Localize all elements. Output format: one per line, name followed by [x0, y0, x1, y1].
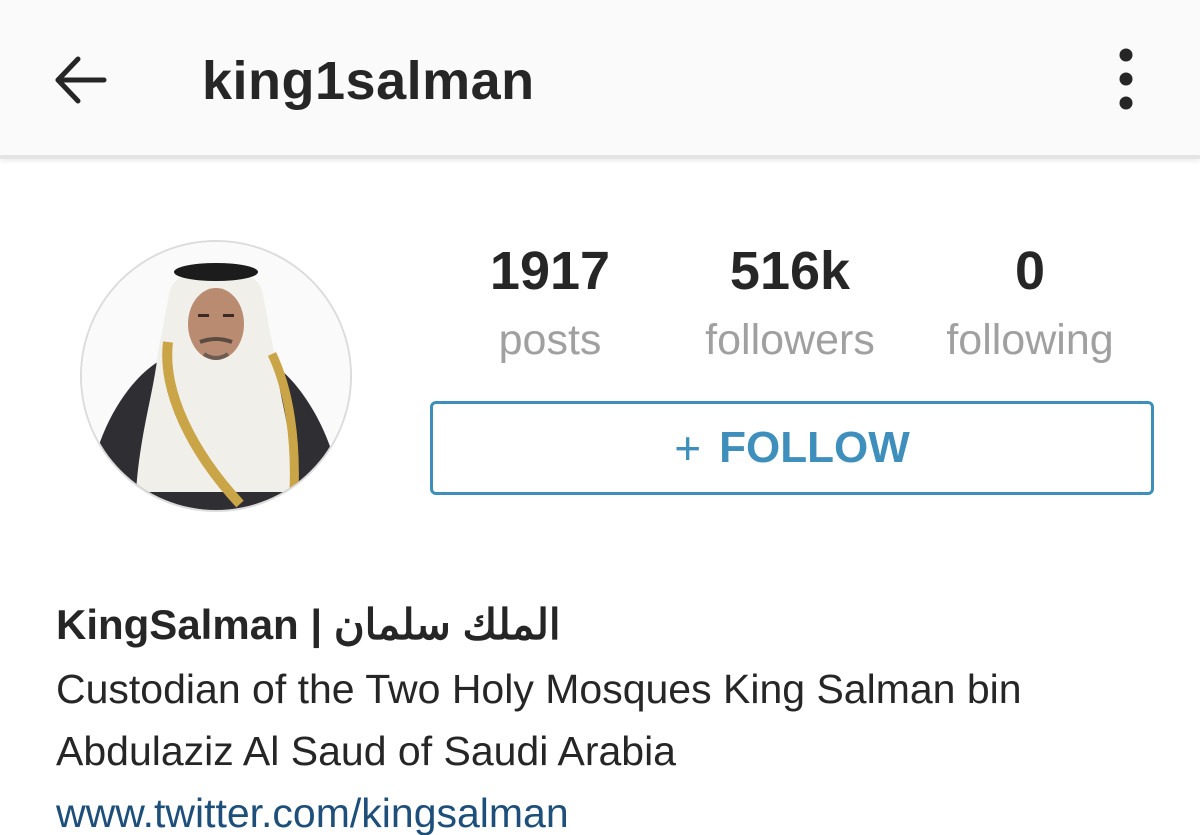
stat-followers[interactable]: 516k followers	[680, 236, 900, 370]
back-button[interactable]	[40, 40, 120, 120]
arrow-left-icon	[55, 56, 107, 104]
stat-following[interactable]: 0 following	[925, 236, 1135, 370]
followers-count: 516k	[729, 241, 851, 301]
follow-button[interactable]: + FOLLOW	[430, 401, 1154, 495]
follow-button-label: FOLLOW	[719, 423, 910, 472]
profile-screen: king1salman 1917 posts 516k followers 0 …	[0, 0, 1200, 835]
bio-website-link[interactable]: www.twitter.com/kingsalman	[56, 782, 569, 835]
top-app-bar: king1salman	[0, 0, 1200, 159]
bio-description: Custodian of the Two Holy Mosques King S…	[56, 666, 1022, 774]
posts-count: 1917	[489, 241, 611, 301]
following-label: following	[946, 316, 1114, 364]
more-vertical-icon	[1119, 48, 1133, 110]
stat-posts[interactable]: 1917 posts	[470, 236, 630, 370]
posts-label: posts	[498, 316, 602, 364]
profile-photo	[82, 242, 350, 510]
bio-display-name: KingSalman | الملك سلمان	[56, 601, 561, 648]
avatar[interactable]	[80, 240, 352, 512]
followers-label: followers	[705, 316, 875, 364]
plus-icon: +	[674, 422, 702, 474]
following-count: 0	[1014, 241, 1046, 301]
more-options-button[interactable]	[1096, 36, 1156, 122]
profile-username: king1salman	[202, 51, 535, 111]
